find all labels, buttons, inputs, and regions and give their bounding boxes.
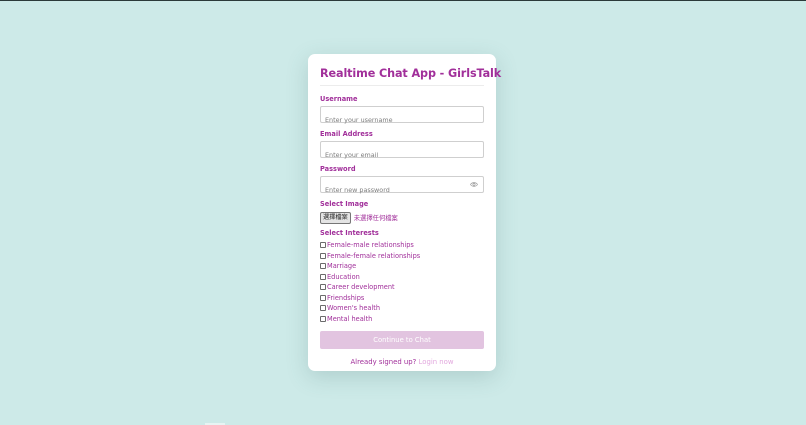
file-status-text: 未選擇任何檔案 xyxy=(353,215,398,222)
interest-checkbox[interactable] xyxy=(320,263,326,270)
password-input[interactable] xyxy=(321,182,483,198)
interest-label: Marriage xyxy=(327,262,357,271)
interest-checkbox[interactable] xyxy=(320,284,326,291)
interest-label: Female-female relationships xyxy=(327,251,421,260)
interest-checkbox[interactable] xyxy=(320,305,326,312)
login-prompt: Already signed up? Login now xyxy=(320,358,484,366)
continue-to-chat-button[interactable]: Continue to Chat xyxy=(320,331,484,349)
username-label: Username xyxy=(320,95,358,103)
interest-checkbox[interactable] xyxy=(320,252,326,259)
window-top-border xyxy=(0,0,806,1)
interest-label: Friendships xyxy=(327,293,365,302)
password-label: Password xyxy=(320,165,356,173)
email-label: Email Address xyxy=(320,130,373,138)
interest-checkbox[interactable] xyxy=(320,273,326,280)
username-field-box xyxy=(320,106,484,128)
interest-label: Mental health xyxy=(327,314,373,323)
interest-item[interactable]: Women's health xyxy=(320,303,484,314)
interest-item[interactable]: Career development xyxy=(320,282,484,293)
interest-checkbox[interactable] xyxy=(320,315,326,322)
signup-card: Realtime Chat App - GirlsTalk Username E… xyxy=(308,54,502,371)
already-signed-up-text: Already signed up? xyxy=(350,358,417,366)
interest-checkbox[interactable] xyxy=(320,294,326,301)
email-input[interactable] xyxy=(321,147,483,163)
page-title: Realtime Chat App - GirlsTalk xyxy=(320,67,502,80)
interest-label: Career development xyxy=(327,283,395,292)
interests-label: Select Interests xyxy=(320,229,379,237)
interest-item[interactable]: Education xyxy=(320,272,484,283)
login-now-link[interactable]: Login now xyxy=(419,358,454,366)
password-field-box xyxy=(320,176,484,198)
image-file-picker: 選擇檔案 未選擇任何檔案 xyxy=(320,211,484,224)
interest-label: Female-male relationships xyxy=(327,241,414,250)
interest-label: Education xyxy=(327,272,360,281)
username-input[interactable] xyxy=(321,112,483,128)
interest-item[interactable]: Marriage xyxy=(320,261,484,272)
interest-label: Women's health xyxy=(327,304,381,313)
email-field-box xyxy=(320,141,484,163)
interest-item[interactable]: Friendships xyxy=(320,293,484,304)
title-divider xyxy=(320,85,484,86)
interest-item[interactable]: Female-female relationships xyxy=(320,251,484,262)
interest-item[interactable]: Female-male relationships xyxy=(320,240,484,251)
interest-checkbox[interactable] xyxy=(320,242,326,249)
interest-list: Female-male relationships Female-female … xyxy=(320,240,484,324)
eye-icon[interactable] xyxy=(470,181,478,188)
choose-file-button[interactable]: 選擇檔案 xyxy=(320,211,351,224)
interest-item[interactable]: Mental health xyxy=(320,314,484,325)
image-label: Select Image xyxy=(320,200,369,208)
